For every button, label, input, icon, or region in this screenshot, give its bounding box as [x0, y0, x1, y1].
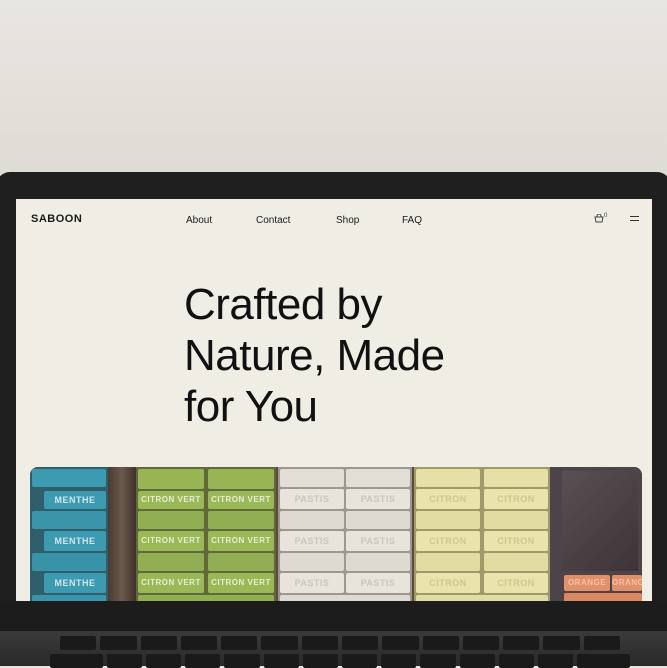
laptop-bezel	[0, 601, 667, 631]
menu-icon[interactable]	[630, 216, 639, 224]
hero-line-2: Nature, Made	[184, 331, 445, 380]
soap-label-citron: CITRON	[416, 489, 480, 509]
soap-label-menthe: MENTHE	[44, 491, 106, 509]
nav-about[interactable]: About	[186, 215, 212, 226]
nav-faq[interactable]: FAQ	[402, 215, 422, 226]
nav-shop[interactable]: Shop	[336, 215, 359, 226]
hero-line-1: Crafted by	[184, 280, 382, 329]
soap-label-orange: ORANGE	[612, 575, 642, 591]
soap-label-pastis: PASTIS	[280, 489, 344, 509]
background-wall	[0, 0, 667, 190]
cart-icon	[594, 213, 604, 223]
cart-count: 0	[604, 213, 608, 219]
laptop-screen: SABOON About Contact Shop FAQ 0 Crafted …	[16, 199, 652, 601]
hero-line-3: for You	[184, 382, 318, 431]
nav-contact[interactable]: Contact	[256, 215, 290, 226]
hero-image-soaps: MENTHE MENTHE MENTHE CITRON VERT CITRON …	[30, 467, 642, 601]
cart-button[interactable]: 0	[594, 213, 607, 224]
soap-label-citron-vert: CITRON VERT	[138, 491, 204, 509]
site-logo[interactable]: SABOON	[31, 213, 82, 225]
hero-heading: Crafted by Nature, Made for You	[184, 279, 524, 432]
